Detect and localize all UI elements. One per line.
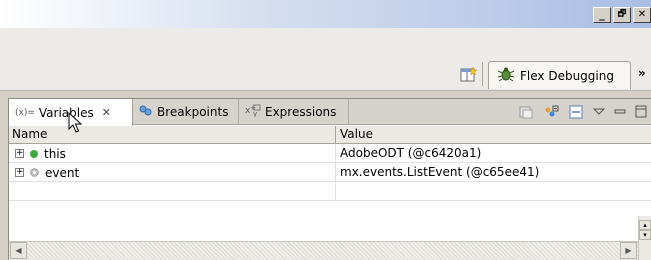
scroll-down-button[interactable]: ▾ xyxy=(639,230,651,240)
flex-debug-bug-icon xyxy=(497,66,515,85)
close-icon[interactable]: ✕ xyxy=(102,106,111,119)
scroll-up-button[interactable]: ▴ xyxy=(639,220,651,230)
variables-icon: (x)= xyxy=(15,107,35,118)
view-menu-icon[interactable] xyxy=(568,104,584,123)
scroll-right-button[interactable]: ▶ xyxy=(620,242,637,259)
table-row-empty xyxy=(9,182,651,201)
mouse-cursor-icon xyxy=(68,111,83,134)
table-row[interactable]: + this AdobeODT (@c6420a1) xyxy=(9,144,651,163)
maximize-view-icon[interactable] xyxy=(635,105,647,122)
variable-value: AdobeODT (@c6420a1) xyxy=(340,146,482,160)
value-cell xyxy=(337,182,651,201)
tab-label: Variables xyxy=(38,105,94,120)
vertical-scrollbar[interactable]: ▴ ▾ xyxy=(638,216,651,260)
variable-name: event xyxy=(45,165,80,180)
svg-text:y: y xyxy=(253,110,257,117)
window-title-bar: _ 🗗 ✕ xyxy=(0,0,651,28)
tab-expressions[interactable]: x + y Expressions xyxy=(239,99,349,125)
table-row[interactable]: + event mx.events.ListEvent (@c65ee41) xyxy=(9,163,651,182)
expand-toggle[interactable]: + xyxy=(15,149,24,158)
show-type-names-icon[interactable] xyxy=(518,104,534,123)
table-header: Name Value xyxy=(9,126,651,144)
variable-name: this xyxy=(44,146,66,161)
minimize-view-icon[interactable] xyxy=(614,106,626,121)
name-cell: + event xyxy=(9,163,336,182)
name-cell xyxy=(9,182,336,201)
local-variable-icon xyxy=(30,166,39,180)
column-header-value[interactable]: Value xyxy=(337,126,651,144)
perspective-label: Flex Debugging xyxy=(520,68,614,83)
view-tab-row: (x)= Variables ✕ Breakpoints x + y Expre… xyxy=(9,99,651,126)
variables-view: (x)= Variables ✕ Breakpoints x + y Expre… xyxy=(8,98,651,260)
view-toolbar xyxy=(518,104,647,123)
window-controls: _ 🗗 ✕ xyxy=(593,7,651,23)
collapse-all-icon[interactable] xyxy=(543,104,559,123)
more-perspectives-button[interactable]: » xyxy=(638,66,646,80)
variables-table: Name Value + this AdobeODT (@c6420a1) + … xyxy=(9,126,651,201)
expressions-icon: x + y xyxy=(245,104,261,120)
column-header-name[interactable]: Name xyxy=(9,126,336,144)
scroll-left-button[interactable]: ◀ xyxy=(10,242,27,259)
tab-label: Expressions xyxy=(265,105,337,119)
breakpoints-icon xyxy=(139,105,153,120)
minimize-button[interactable]: _ xyxy=(593,7,611,23)
public-field-icon xyxy=(30,149,38,158)
open-perspective-icon[interactable] xyxy=(460,66,478,83)
close-button[interactable]: ✕ xyxy=(633,7,651,23)
tab-breakpoints[interactable]: Breakpoints xyxy=(133,99,239,125)
horizontal-scrollbar[interactable]: ◀ ▶ xyxy=(9,241,638,260)
toolbar-divider xyxy=(0,90,651,91)
tab-label: Breakpoints xyxy=(157,105,229,119)
variable-value: mx.events.ListEvent (@c65ee41) xyxy=(340,165,540,179)
view-menu-dropdown-icon[interactable] xyxy=(592,106,606,121)
expand-toggle[interactable]: + xyxy=(15,168,24,177)
name-cell: + this xyxy=(9,144,336,163)
flex-debugging-perspective-button[interactable]: Flex Debugging xyxy=(488,61,631,89)
restore-button[interactable]: 🗗 xyxy=(613,7,631,23)
perspective-separator xyxy=(482,62,483,86)
